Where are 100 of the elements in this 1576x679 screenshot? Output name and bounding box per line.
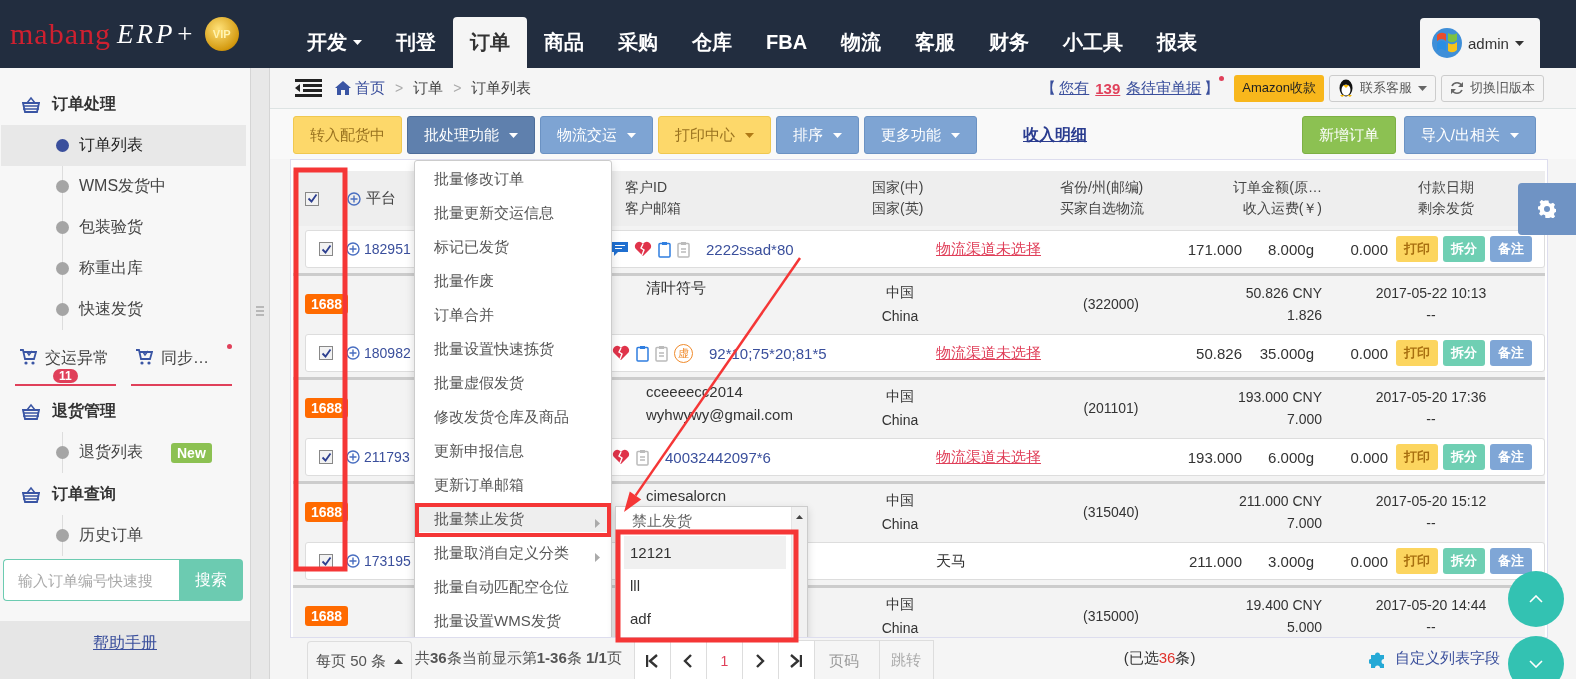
table-cell: 7.000 bbox=[1286, 515, 1322, 531]
nav-tab[interactable]: 仓库 bbox=[675, 17, 749, 68]
toolbar-button[interactable]: 批处理功能 bbox=[407, 116, 535, 154]
sidebar-item[interactable]: 包装验货 bbox=[1, 207, 246, 248]
menu-toggle-icon[interactable] bbox=[295, 79, 322, 97]
expand-icon[interactable] bbox=[346, 450, 360, 464]
logo-text: ERP+ bbox=[116, 18, 197, 50]
checkbox[interactable] bbox=[319, 450, 333, 464]
nav-tab[interactable]: 报表 bbox=[1140, 17, 1215, 68]
menu-item[interactable]: 批量作废 bbox=[419, 268, 607, 294]
table-cell: 3.000g bbox=[1268, 552, 1314, 570]
menu-item[interactable]: 批量设置快速拣货 bbox=[419, 336, 607, 362]
sidebar-item[interactable]: 快速发货 bbox=[1, 289, 246, 330]
table-cell: 中国 bbox=[886, 596, 914, 614]
breadcrumb-link[interactable]: 首页 bbox=[355, 78, 385, 98]
table-cell: China bbox=[881, 308, 919, 324]
page-number-field[interactable]: 页码 bbox=[813, 640, 880, 679]
table-cell: 19.400 CNY bbox=[1245, 597, 1322, 613]
table-cell: 193.000 CNY bbox=[1237, 389, 1322, 405]
nav-tab[interactable]: 开发 bbox=[290, 17, 379, 68]
pagination-summary: 共36条当前显示第1-36条 1/1页 bbox=[415, 649, 622, 668]
menu-item[interactable]: 批量修改订单 bbox=[419, 166, 607, 192]
table-cell: -- bbox=[1426, 411, 1436, 427]
column-header: 剩余发货 bbox=[1418, 200, 1474, 218]
expand-icon[interactable] bbox=[346, 554, 360, 568]
search-field[interactable]: 输入订单编号快速搜 bbox=[3, 559, 179, 601]
document-icon bbox=[636, 448, 649, 466]
breadcrumb-separator: > bbox=[453, 80, 462, 96]
sidebar-item[interactable]: 历史订单 bbox=[1, 515, 246, 556]
menu-item[interactable]: 修改发货仓库及商品 bbox=[419, 404, 607, 430]
sku-link[interactable]: 40032442097*6 bbox=[665, 448, 771, 466]
menu-item[interactable]: 订单合并 bbox=[419, 302, 607, 328]
order-id-link[interactable]: 211793 bbox=[364, 449, 410, 465]
menu-item[interactable]: 批量取消自定义分类 bbox=[419, 540, 607, 566]
menu-item[interactable]: 12121 bbox=[624, 536, 786, 569]
checkbox[interactable] bbox=[305, 191, 319, 206]
first-page-button[interactable] bbox=[633, 640, 670, 679]
header-button[interactable]: 切换旧版本 bbox=[1441, 74, 1544, 102]
expand-icon[interactable] bbox=[346, 346, 360, 360]
sidebar-tab[interactable]: 同步… bbox=[131, 340, 232, 386]
table-cell: 2017-05-22 10:13 bbox=[1375, 285, 1487, 301]
menu-item[interactable]: 批量设置WMS发货 bbox=[419, 608, 607, 634]
checkbox[interactable] bbox=[319, 242, 333, 256]
header-button[interactable]: Amazon收款 bbox=[1234, 74, 1324, 102]
sku-link[interactable]: 2222ssad*80 bbox=[706, 240, 794, 258]
column-header: 付款日期 bbox=[1418, 179, 1474, 197]
nav-tab[interactable]: 物流 bbox=[824, 17, 899, 68]
menu-item[interactable]: 批量禁止发货 bbox=[419, 506, 607, 532]
sidebar-item[interactable]: 称重出库 bbox=[1, 248, 246, 289]
table-cell: 35.000g bbox=[1259, 344, 1314, 362]
menu-item[interactable]: adf bbox=[624, 602, 786, 635]
custom-fields-link[interactable]: 自定义列表字段 bbox=[1395, 649, 1500, 668]
platform-badge: 1688 bbox=[305, 606, 349, 626]
nav-tab[interactable]: FBA bbox=[749, 17, 825, 68]
sidebar-tab[interactable]: 交运异常 11 bbox=[15, 340, 116, 386]
nav-tab[interactable]: 商品 bbox=[527, 17, 601, 68]
sidebar-item[interactable]: 退货列表 New bbox=[1, 432, 246, 473]
bullet-icon bbox=[56, 180, 69, 193]
sidebar-item[interactable]: WMS发货中 bbox=[1, 166, 246, 207]
broken-heart-icon bbox=[634, 241, 652, 257]
nav-tab[interactable]: 小工具 bbox=[1046, 17, 1141, 68]
menu-item[interactable]: 批量更新交运信息 bbox=[419, 200, 607, 226]
previous-page-icon bbox=[682, 653, 695, 668]
settings-button[interactable] bbox=[1518, 183, 1576, 235]
expand-icon[interactable] bbox=[347, 191, 361, 206]
nav-tab[interactable]: 订单 bbox=[453, 17, 527, 68]
checkbox[interactable] bbox=[319, 554, 333, 568]
menu-item[interactable]: 更新申报信息 bbox=[419, 438, 607, 464]
order-id-link[interactable]: 180982 bbox=[364, 345, 411, 361]
notice-bracket: 】 bbox=[1204, 78, 1220, 98]
nav-tab[interactable]: 采购 bbox=[601, 17, 675, 68]
page-size-select[interactable]: 每页 50 条 bbox=[307, 640, 413, 679]
logistics-link[interactable]: 物流渠道未选择 bbox=[936, 239, 1041, 257]
logistics-link[interactable]: 物流渠道未选择 bbox=[936, 447, 1041, 465]
expand-icon[interactable] bbox=[346, 242, 360, 256]
notice-link[interactable]: 您有 bbox=[1059, 78, 1090, 98]
chevron-up-icon bbox=[1529, 595, 1543, 603]
menu-item[interactable]: 批量虚假发货 bbox=[419, 370, 607, 396]
menu-item[interactable]: 更新订单邮箱 bbox=[419, 472, 607, 498]
header-button[interactable]: 联系客服 bbox=[1329, 74, 1436, 102]
menu-item[interactable]: lll bbox=[624, 569, 786, 602]
column-header: 客户ID bbox=[625, 179, 668, 197]
document-icon bbox=[655, 344, 668, 362]
help-link[interactable]: 帮助手册 bbox=[93, 633, 157, 653]
order-id-link[interactable]: 182951 bbox=[364, 241, 411, 257]
nav-tab[interactable]: 财务 bbox=[972, 17, 1047, 68]
chevron-down-icon bbox=[1529, 660, 1543, 668]
income-link[interactable]: 收入明细 bbox=[1018, 116, 1092, 154]
order-id-link[interactable]: 173195 bbox=[364, 553, 411, 569]
user-menu[interactable]: admin bbox=[1420, 18, 1540, 68]
pending-count-link[interactable]: 139 bbox=[1095, 79, 1121, 97]
notice-link[interactable]: 条待审单据 bbox=[1126, 78, 1202, 98]
nav-tab[interactable]: 刊登 bbox=[379, 17, 453, 68]
logistics-link[interactable]: 物流渠道未选择 bbox=[936, 343, 1041, 361]
menu-item[interactable]: 标记已发货 bbox=[419, 234, 607, 260]
checkbox[interactable] bbox=[319, 346, 333, 360]
menu-item[interactable]: 批量自动匹配空仓位 bbox=[419, 574, 607, 600]
nav-tab[interactable]: 客服 bbox=[898, 17, 973, 68]
table-cell: -- bbox=[1426, 515, 1436, 531]
sidebar-item[interactable]: 订单列表 bbox=[1, 125, 246, 166]
